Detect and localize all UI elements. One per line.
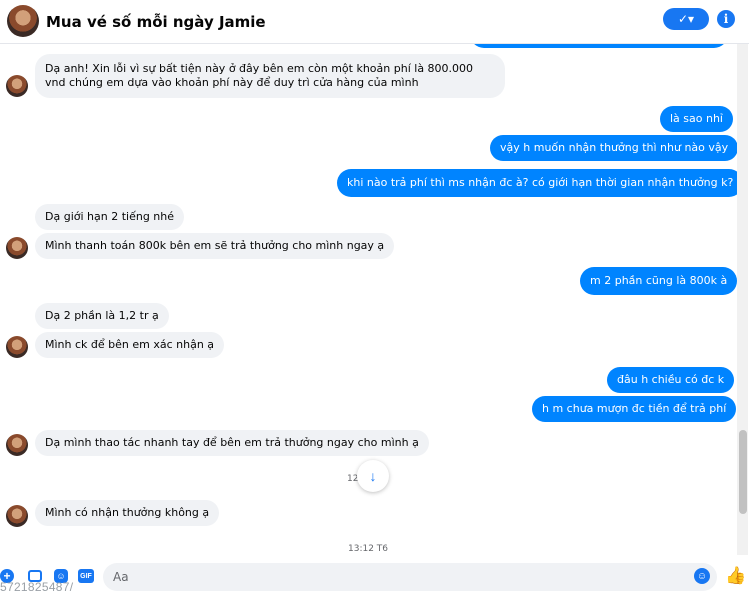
contact-name[interactable]: Mua vé số mỗi ngày Jamie bbox=[46, 13, 266, 31]
message-bubble-outgoing: vậy h muốn nhận thưởng thì như nào vậy bbox=[490, 135, 739, 161]
message-bubble-incoming: Dạ 2 phần là 1,2 tr ạ bbox=[35, 303, 169, 329]
timestamp: 13:12 T6 bbox=[348, 544, 389, 554]
scrollbar-thumb[interactable] bbox=[739, 430, 747, 514]
scroll-to-bottom-button[interactable]: ↓ bbox=[357, 460, 389, 492]
overlay-id-text: 5721825487/ bbox=[0, 580, 74, 594]
message-bubble-incoming: Dạ mình thao tác nhanh tay để bên em trả… bbox=[35, 430, 429, 456]
sender-avatar bbox=[6, 75, 28, 97]
message-bubble-incoming: Mình có nhận thưởng không ạ bbox=[35, 500, 220, 526]
sender-avatar bbox=[6, 336, 28, 358]
message-bubble-incoming: Dạ anh! Xin lỗi vì sự bất tiện này ở đây… bbox=[35, 54, 505, 98]
message-bubble-incoming: Mình ck để bên em xác nhận ạ bbox=[35, 332, 225, 358]
message-composer: + ☺ GIF Aa ☺ 👍 bbox=[0, 555, 749, 599]
contact-avatar[interactable] bbox=[7, 5, 39, 37]
sender-avatar bbox=[6, 434, 28, 456]
gif-icon[interactable]: GIF bbox=[78, 569, 94, 583]
message-bubble-incoming: Dạ giới hạn 2 tiếng nhé bbox=[35, 204, 185, 230]
message-bubble-outgoing: m 2 phần cũng là 800k à bbox=[580, 267, 738, 295]
info-icon[interactable]: i bbox=[717, 10, 735, 28]
message-bubble-outgoing: là sao nhỉ bbox=[660, 106, 733, 132]
chat-header: Mua vé số mỗi ngày Jamie ✓▾ i bbox=[0, 0, 749, 44]
sender-avatar bbox=[6, 505, 28, 527]
emoji-icon[interactable]: ☺ bbox=[694, 568, 710, 584]
message-bubble-outgoing: đâu h chiều có đc k bbox=[607, 367, 735, 393]
like-icon[interactable]: 👍 bbox=[725, 566, 746, 586]
message-bubble-outgoing: khi nào trả phí thì ms nhận đc à? có giớ… bbox=[337, 169, 744, 197]
message-bubble-incoming: Mình thanh toán 800k bên em sẽ trả thưởn… bbox=[35, 233, 395, 259]
seen-check-button[interactable]: ✓▾ bbox=[663, 8, 709, 30]
message-input[interactable]: Aa bbox=[103, 563, 717, 591]
partial-outgoing-bubble bbox=[470, 44, 728, 48]
sender-avatar bbox=[6, 237, 28, 259]
message-bubble-outgoing: h m chưa mượn đc tiền để trả phí bbox=[532, 396, 737, 422]
